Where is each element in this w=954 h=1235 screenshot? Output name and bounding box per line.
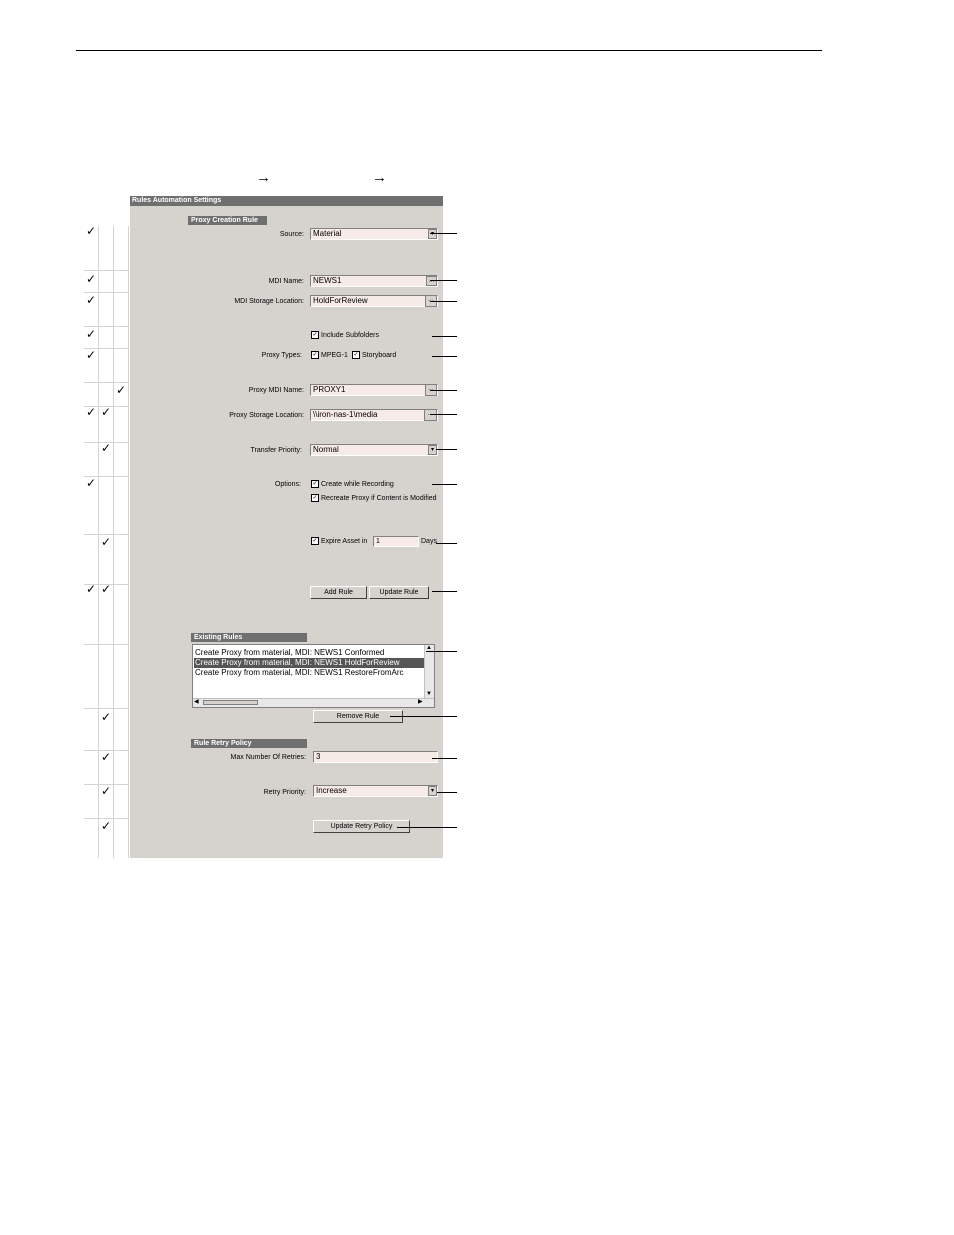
include-subfolders-checkbox[interactable]: ✓	[311, 331, 319, 340]
recreate-proxy-checkbox[interactable]: ✓	[311, 494, 319, 503]
days-label: Days	[421, 538, 437, 545]
proxy-storage-label: Proxy Storage Location:	[229, 412, 304, 419]
dropdown-arrow-icon[interactable]: ▾	[428, 229, 437, 239]
check-icon: ✓	[101, 582, 112, 596]
check-icon: ✓	[101, 750, 112, 764]
mdi-name-field[interactable]: NEWS1	[310, 275, 438, 287]
dropdown-arrow-icon[interactable]: ▾	[428, 445, 437, 455]
check-icon: ✓	[86, 582, 97, 596]
dropdown-arrow-icon[interactable]: ▾	[428, 786, 437, 796]
update-rule-button[interactable]: Update Rule	[369, 586, 429, 599]
recreate-proxy-option[interactable]: ✓ Recreate Proxy if Content is Modified	[311, 494, 437, 503]
mpeg1-option[interactable]: ✓ MPEG-1	[311, 351, 348, 360]
check-icon: ✓	[101, 535, 112, 549]
browse-button[interactable]: …	[424, 409, 437, 421]
check-icon: ✓	[86, 348, 97, 362]
transfer-priority-label: Transfer Priority:	[250, 447, 302, 454]
mdi-name-label: MDI Name:	[268, 278, 304, 285]
mdi-storage-field[interactable]: HoldForReview	[310, 295, 438, 307]
horizontal-scrollbar[interactable]: ◀ ▶	[193, 698, 434, 707]
include-subfolders-option[interactable]: ✓ Include Subfolders	[311, 331, 379, 340]
update-retry-policy-button[interactable]: Update Retry Policy	[313, 820, 410, 833]
expire-asset-option[interactable]: ✓ Expire Asset in	[311, 537, 367, 546]
scroll-left-icon[interactable]: ◀	[194, 699, 199, 706]
scroll-thumb[interactable]	[203, 700, 258, 705]
check-icon: ✓	[86, 293, 97, 307]
check-icon: ✓	[101, 784, 112, 798]
mpeg1-label: MPEG-1	[321, 352, 348, 359]
mdi-storage-label: MDI Storage Location:	[234, 298, 304, 305]
create-while-recording-option[interactable]: ✓ Create while Recording	[311, 480, 394, 489]
recreate-proxy-label: Recreate Proxy if Content is Modified	[321, 495, 437, 502]
section-proxy-creation-rule: Proxy Creation Rule	[188, 216, 267, 225]
check-icon: ✓	[101, 819, 112, 833]
source-select[interactable]: Material	[310, 228, 438, 240]
browse-button[interactable]: …	[426, 276, 437, 286]
expire-days-field[interactable]: 1	[373, 536, 419, 547]
include-subfolders-label: Include Subfolders	[321, 332, 379, 339]
check-icon: ✓	[101, 710, 112, 724]
existing-rules-list[interactable]: Create Proxy from material, MDI: NEWS1 C…	[192, 644, 435, 708]
page-rule	[76, 50, 822, 51]
scroll-down-icon[interactable]: ▼	[426, 691, 432, 698]
scroll-right-icon[interactable]: ▶	[418, 699, 423, 706]
options-label: Options:	[274, 481, 301, 488]
check-icon: ✓	[101, 441, 112, 455]
storyboard-label: Storyboard	[362, 352, 397, 359]
check-icon: ✓	[116, 383, 127, 397]
check-icon: ✓	[86, 405, 97, 419]
proxy-mdi-name-field[interactable]: PROXY1	[310, 384, 438, 396]
create-while-recording-checkbox[interactable]: ✓	[311, 480, 319, 489]
transfer-priority-select[interactable]: Normal	[310, 444, 438, 456]
arrow-right-icon: →	[372, 169, 387, 186]
retry-priority-label: Retry Priority:	[263, 789, 306, 796]
check-icon: ✓	[86, 476, 97, 490]
storyboard-option[interactable]: ✓ Storyboard	[352, 351, 396, 360]
check-icon: ✓	[86, 272, 97, 286]
retry-priority-select[interactable]: Increase	[313, 785, 438, 797]
storyboard-checkbox[interactable]: ✓	[352, 351, 360, 360]
section-rule-retry-policy: Rule Retry Policy	[191, 739, 307, 748]
check-icon: ✓	[86, 327, 97, 341]
add-rule-button[interactable]: Add Rule	[310, 586, 367, 599]
check-icon: ✓	[101, 405, 112, 419]
expire-asset-checkbox[interactable]: ✓	[311, 537, 319, 546]
proxy-mdi-name-label: Proxy MDI Name:	[248, 387, 304, 394]
max-retries-label: Max Number Of Retries:	[230, 754, 306, 761]
list-item[interactable]: Create Proxy from material, MDI: NEWS1 R…	[194, 668, 425, 678]
section-existing-rules: Existing Rules	[191, 633, 307, 642]
vertical-scrollbar[interactable]: ▲ ▼	[424, 645, 434, 699]
proxy-storage-field[interactable]: \\iron-nas-1\media	[310, 409, 438, 421]
window-title: Rules Automation Settings	[130, 196, 443, 206]
arrow-right-icon: →	[256, 169, 271, 186]
create-while-recording-label: Create while Recording	[321, 481, 394, 488]
rules-automation-panel: Rules Automation Settings Proxy Creation…	[130, 196, 443, 858]
mpeg1-checkbox[interactable]: ✓	[311, 351, 319, 360]
proxy-types-label: Proxy Types:	[261, 352, 302, 359]
expire-asset-label: Expire Asset in	[321, 538, 368, 545]
list-item[interactable]: Create Proxy from material, MDI: NEWS1 C…	[194, 648, 425, 658]
list-item[interactable]: Create Proxy from material, MDI: NEWS1 H…	[194, 658, 425, 668]
check-icon: ✓	[86, 224, 97, 238]
max-retries-field[interactable]: 3	[313, 751, 438, 763]
source-label: Source:	[279, 231, 304, 238]
